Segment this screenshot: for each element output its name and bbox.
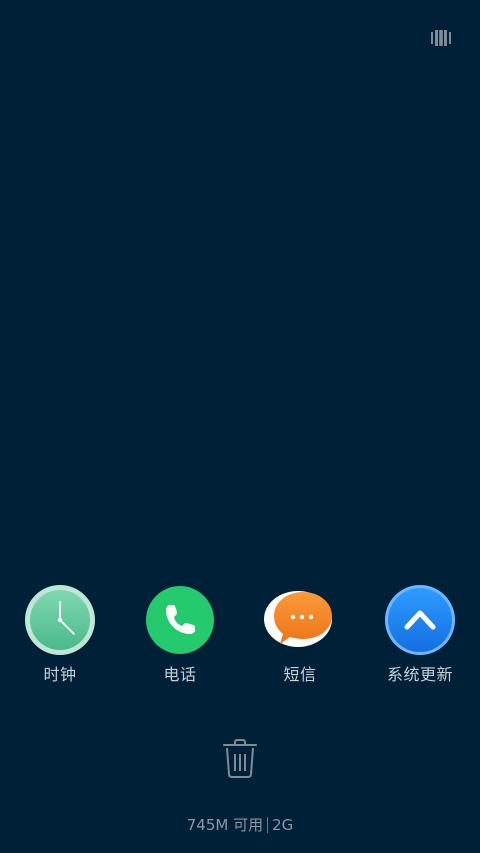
app-clock-label: 时钟 [43, 665, 77, 684]
app-clock[interactable]: 时钟 [0, 583, 120, 685]
memory-available: 745M 可用 [186, 816, 264, 834]
clock-icon [23, 583, 97, 657]
app-messages[interactable]: 短信 [240, 583, 360, 685]
phone-icon [143, 583, 217, 657]
message-icon [263, 583, 337, 657]
app-messages-label: 短信 [283, 665, 317, 684]
app-system-update-label: 系统更新 [386, 665, 453, 684]
clear-all-button[interactable] [218, 736, 262, 780]
app-phone[interactable]: 电话 [120, 583, 240, 685]
memory-total: 2G [272, 816, 294, 834]
app-system-update[interactable]: 系统更新 [360, 583, 480, 685]
memory-separator [267, 817, 269, 833]
overview-toggle-button[interactable] [429, 29, 453, 47]
trash-icon [223, 739, 257, 778]
overview-toggle-icon [431, 30, 451, 46]
recent-apps-screen: 时钟 电话 短信 系统更新 745M 可用 2G [0, 0, 480, 853]
recent-apps-row: 时钟 电话 短信 系统更新 [0, 583, 480, 693]
memory-status: 745M 可用 2G [0, 815, 480, 835]
system-update-icon [383, 583, 457, 657]
app-phone-label: 电话 [163, 665, 197, 684]
